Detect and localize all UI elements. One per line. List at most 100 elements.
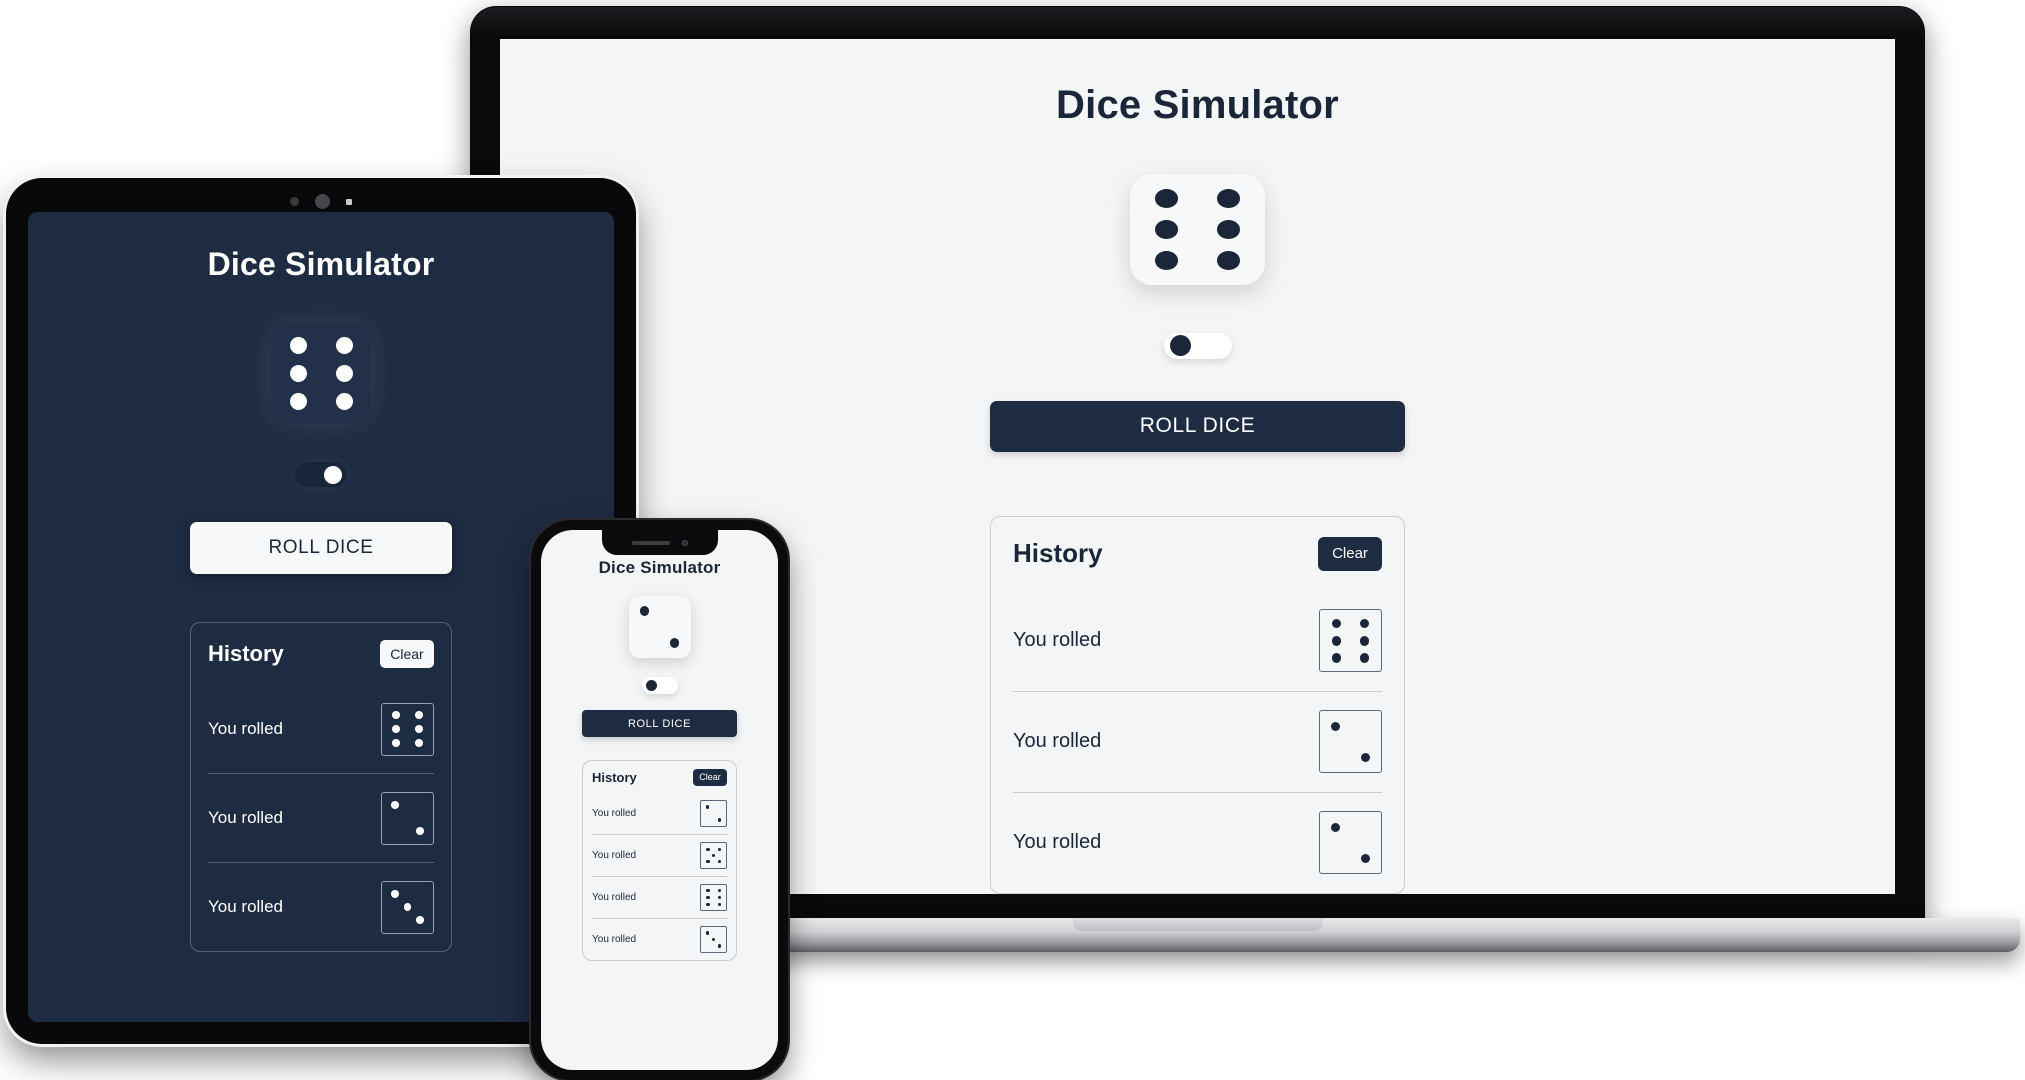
tablet-camera-sensors: [290, 194, 352, 209]
history-row: You rolled: [1013, 791, 1382, 893]
die-pip: [639, 606, 650, 616]
page-title: Dice Simulator: [1056, 83, 1339, 127]
die-pip: [1154, 250, 1178, 270]
history-panel: History Clear You rolled You rolled You ro…: [582, 760, 737, 961]
die-pip: [391, 889, 400, 898]
history-row: You rolled: [208, 862, 434, 951]
history-list: You rolled You rolled You rolled You rolled: [592, 793, 727, 960]
clear-history-button[interactable]: Clear: [693, 768, 727, 786]
die-pip: [415, 916, 424, 925]
history-die: [700, 926, 727, 953]
die-pip: [669, 638, 680, 648]
history-die: [381, 791, 434, 845]
history-panel: History Clear You rolled You rolled You ro…: [190, 622, 452, 952]
die-pip: [403, 903, 412, 911]
history-header: History Clear: [1013, 517, 1382, 591]
die-pip: [1359, 619, 1370, 629]
die-pip: [1331, 619, 1342, 629]
main-die[interactable]: [628, 596, 691, 658]
phone-app: Dice Simulator ROLL DICE History Clear Y…: [541, 530, 778, 1070]
clear-history-button[interactable]: Clear: [380, 640, 434, 668]
die-pip: [706, 847, 710, 852]
history-row: You rolled: [592, 918, 727, 960]
die-pip: [717, 902, 721, 907]
die-pip: [706, 859, 710, 864]
history-header: History Clear: [208, 623, 434, 685]
die-pip: [1359, 636, 1370, 646]
phone-frame: Dice Simulator ROLL DICE History Clear Y…: [531, 520, 788, 1080]
die-pip: [415, 739, 424, 748]
die-pip: [1154, 188, 1178, 208]
die-pip: [391, 800, 400, 809]
die-pip: [335, 364, 353, 382]
responsive-device-mockup: Dice Simulator ROLL DICE History Clear Y…: [0, 0, 2025, 1080]
die-pip: [717, 944, 722, 948]
die-pip: [717, 818, 722, 822]
die-pip: [1217, 250, 1240, 270]
clear-history-button[interactable]: Clear: [1318, 536, 1382, 571]
die-pip: [1359, 653, 1370, 663]
main-die[interactable]: [1130, 174, 1265, 285]
history-die: [700, 842, 727, 869]
die-pip: [711, 937, 716, 942]
history-list: You rolled You rolled You rolled: [208, 685, 434, 951]
roll-dice-button[interactable]: ROLL DICE: [190, 522, 452, 574]
die-pip: [705, 931, 710, 935]
front-camera-icon: [681, 539, 688, 546]
history-row: You rolled: [208, 685, 434, 773]
die-pip: [1360, 753, 1370, 763]
history-row-label: You rolled: [1013, 831, 1102, 854]
die-pip: [335, 336, 353, 354]
roll-dice-button[interactable]: ROLL DICE: [582, 710, 737, 737]
roll-dice-button[interactable]: ROLL DICE: [990, 400, 1405, 452]
history-row: You rolled: [1013, 591, 1382, 691]
history-die: [381, 702, 434, 756]
die-pip: [415, 710, 424, 719]
history-row-label: You rolled: [208, 719, 283, 738]
die-pip: [289, 364, 307, 382]
theme-toggle[interactable]: [641, 677, 678, 694]
theme-toggle[interactable]: [1163, 332, 1232, 359]
toggle-knob: [1169, 335, 1191, 357]
die-pip: [717, 847, 721, 852]
page-title: Dice Simulator: [598, 558, 721, 577]
die-pip: [1217, 219, 1240, 239]
speaker-icon: [631, 540, 670, 545]
history-row-label: You rolled: [592, 934, 637, 945]
die-pip: [1360, 854, 1370, 864]
die-pip: [717, 888, 721, 893]
history-row: You rolled: [592, 793, 727, 834]
die-pip: [391, 725, 400, 733]
die-pip: [706, 888, 710, 893]
die-pip: [1154, 219, 1178, 239]
phone-device: Dice Simulator ROLL DICE History Clear Y…: [531, 520, 788, 1080]
history-row-label: You rolled: [1013, 730, 1102, 753]
die-pip: [706, 902, 710, 907]
history-die: [700, 884, 727, 911]
theme-toggle[interactable]: [294, 461, 348, 488]
history-row-label: You rolled: [592, 808, 637, 819]
toggle-knob: [645, 680, 657, 691]
camera-lens-icon: [315, 194, 330, 209]
history-die: [1319, 811, 1382, 875]
sensor-dot-icon: [290, 197, 299, 206]
phone-screen: Dice Simulator ROLL DICE History Clear Y…: [541, 530, 778, 1070]
main-die[interactable]: [271, 323, 371, 423]
history-title: History: [208, 641, 284, 666]
die-pip: [391, 739, 400, 748]
die-pip: [717, 859, 721, 864]
history-title: History: [592, 769, 637, 785]
history-row: You rolled: [592, 834, 727, 876]
history-title: History: [1013, 538, 1103, 569]
history-header: History Clear: [592, 761, 727, 793]
history-die: [1319, 710, 1382, 774]
tablet-screen: Dice Simulator ROLL DICE History Clear Y…: [28, 212, 614, 1022]
history-row: You rolled: [592, 876, 727, 918]
history-row: You rolled: [1013, 690, 1382, 792]
toggle-knob: [324, 465, 342, 484]
history-row-label: You rolled: [1013, 629, 1102, 652]
die-pip: [705, 805, 710, 809]
history-die: [381, 880, 434, 934]
laptop-base-notch: [1072, 918, 1323, 931]
die-pip: [335, 392, 353, 410]
